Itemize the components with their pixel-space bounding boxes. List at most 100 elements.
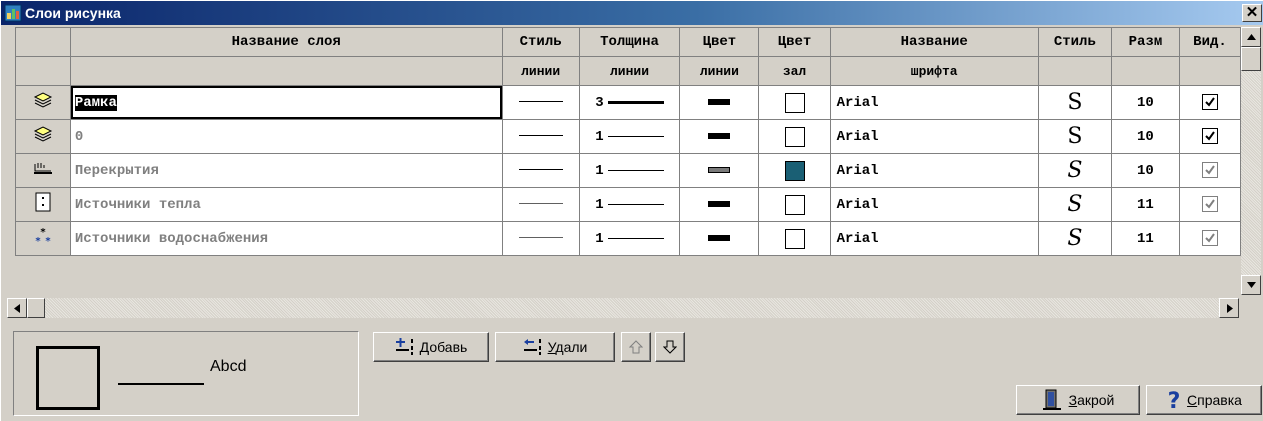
fill-color-cell[interactable] bbox=[758, 221, 831, 256]
visible-cell[interactable] bbox=[1178, 85, 1242, 120]
font-size[interactable]: 10 bbox=[1110, 85, 1180, 120]
font-style-cell[interactable]: S bbox=[1037, 153, 1112, 188]
line-color-swatch bbox=[708, 234, 731, 241]
layer-row[interactable]: Источники тепла 1 Arial S 11 bbox=[15, 187, 1242, 222]
title-bar[interactable]: Слои рисунка ✕ bbox=[1, 1, 1263, 25]
line-style-cell[interactable] bbox=[501, 119, 580, 154]
thickness-cell[interactable]: 1 bbox=[578, 187, 681, 222]
fill-color-swatch bbox=[784, 126, 805, 147]
header-line-thickness[interactable]: Толщина bbox=[578, 27, 681, 57]
overlap-layer-icon bbox=[33, 163, 52, 174]
header-fill-color[interactable]: Цвет bbox=[758, 27, 831, 57]
thickness-cell[interactable]: 3 bbox=[578, 85, 681, 120]
horizontal-scrollbar[interactable] bbox=[7, 298, 1239, 318]
layer-name[interactable]: 0 bbox=[69, 119, 503, 154]
header-line-style[interactable]: Стиль bbox=[501, 27, 580, 57]
layers-grid[interactable]: Название слоя Стиль Толщина Цвет Цвет На… bbox=[15, 27, 1242, 295]
font-name[interactable]: Arial bbox=[829, 119, 1039, 154]
layer-row[interactable]: 0 1 Arial S 10 bbox=[15, 119, 1242, 154]
scroll-left-button[interactable] bbox=[7, 298, 27, 318]
header-visible[interactable]: Вид. bbox=[1178, 27, 1242, 57]
row-header[interactable] bbox=[15, 85, 71, 120]
font-name[interactable]: Arial bbox=[829, 153, 1039, 188]
layer-name[interactable]: Рамка bbox=[74, 94, 117, 111]
line-style-cell[interactable] bbox=[501, 221, 580, 256]
help-button[interactable]: ? Справка bbox=[1146, 385, 1262, 415]
line-color-cell[interactable] bbox=[679, 119, 760, 154]
layer-row[interactable]: * * * Источники водоснабжения 1 Arial S … bbox=[15, 221, 1242, 256]
font-name[interactable]: Arial bbox=[829, 85, 1039, 120]
fill-color-cell[interactable] bbox=[758, 85, 831, 120]
header2-fill-color: зал bbox=[758, 56, 831, 86]
visible-checkbox[interactable] bbox=[1201, 230, 1218, 247]
font-style-value: S bbox=[1067, 226, 1083, 251]
fill-color-cell[interactable] bbox=[758, 119, 831, 154]
line-style-cell[interactable] bbox=[501, 187, 580, 222]
visible-cell[interactable] bbox=[1178, 221, 1242, 256]
fill-color-cell[interactable] bbox=[758, 153, 831, 188]
move-down-button[interactable] bbox=[655, 332, 685, 362]
font-size[interactable]: 11 bbox=[1110, 221, 1180, 256]
help-question-icon: ? bbox=[1168, 389, 1181, 411]
font-name[interactable]: Arial bbox=[829, 221, 1039, 256]
vertical-scroll-thumb[interactable] bbox=[1241, 47, 1261, 71]
line-style-cell[interactable] bbox=[501, 153, 580, 188]
thickness-cell[interactable]: 1 bbox=[578, 119, 681, 154]
horizontal-scroll-thumb[interactable] bbox=[27, 298, 45, 318]
visible-checkbox[interactable] bbox=[1201, 196, 1218, 213]
thickness-cell[interactable]: 1 bbox=[578, 153, 681, 188]
header-font-style[interactable]: Стиль bbox=[1037, 27, 1112, 57]
thickness-value: 3 bbox=[595, 94, 604, 111]
vertical-scrollbar[interactable] bbox=[1241, 27, 1261, 295]
visible-cell[interactable] bbox=[1178, 153, 1242, 188]
line-color-cell[interactable] bbox=[679, 221, 760, 256]
row-header[interactable] bbox=[15, 187, 71, 222]
line-color-cell[interactable] bbox=[679, 85, 760, 120]
line-color-cell[interactable] bbox=[679, 153, 760, 188]
fill-color-cell[interactable] bbox=[758, 187, 831, 222]
visible-checkbox[interactable] bbox=[1201, 94, 1218, 111]
close-window-button[interactable]: ✕ bbox=[1242, 4, 1262, 22]
line-color-cell[interactable] bbox=[679, 187, 760, 222]
close-button[interactable]: Закрой bbox=[1016, 385, 1140, 415]
row-header[interactable]: * * * bbox=[15, 221, 71, 256]
font-name[interactable]: Arial bbox=[829, 187, 1039, 222]
layer-name[interactable]: Источники водоснабжения bbox=[69, 221, 503, 256]
layer-row[interactable]: Рамка 3 Arial S 10 bbox=[15, 85, 1242, 120]
thickness-cell[interactable]: 1 bbox=[578, 221, 681, 256]
visible-checkbox[interactable] bbox=[1201, 128, 1218, 145]
row-header[interactable] bbox=[15, 153, 71, 188]
move-up-button[interactable] bbox=[621, 332, 651, 362]
row-header[interactable] bbox=[15, 119, 71, 154]
thickness-value: 1 bbox=[595, 196, 604, 213]
header-font-size[interactable]: Разм bbox=[1110, 27, 1180, 57]
thickness-sample bbox=[607, 238, 664, 239]
add-layer-button[interactable]: Добавь bbox=[373, 332, 489, 362]
arrow-down-icon bbox=[1247, 282, 1256, 288]
visible-cell[interactable] bbox=[1178, 119, 1242, 154]
scroll-up-button[interactable] bbox=[1241, 27, 1261, 47]
font-size[interactable]: 10 bbox=[1110, 119, 1180, 154]
header-font-name[interactable]: Название bbox=[829, 27, 1039, 57]
scroll-down-button[interactable] bbox=[1241, 275, 1261, 295]
font-size[interactable]: 10 bbox=[1110, 153, 1180, 188]
font-size[interactable]: 11 bbox=[1110, 187, 1180, 222]
header2-layer-name bbox=[69, 56, 503, 86]
scroll-right-button[interactable] bbox=[1219, 298, 1239, 318]
font-style-cell[interactable]: S bbox=[1037, 221, 1112, 256]
layer-name-cell[interactable]: Рамка bbox=[69, 85, 503, 120]
door-exit-icon bbox=[1042, 389, 1061, 410]
layer-row[interactable]: Перекрытия 1 Arial S 10 bbox=[15, 153, 1242, 188]
visible-cell[interactable] bbox=[1178, 187, 1242, 222]
header-line-color[interactable]: Цвет bbox=[679, 27, 760, 57]
font-style-cell[interactable]: S bbox=[1037, 85, 1112, 120]
delete-layer-button[interactable]: Удали bbox=[495, 332, 615, 362]
font-style-cell[interactable]: S bbox=[1037, 187, 1112, 222]
thickness-sample bbox=[607, 170, 664, 171]
visible-checkbox[interactable] bbox=[1201, 162, 1218, 179]
header-layer-name[interactable]: Название слоя bbox=[69, 27, 503, 57]
layer-name[interactable]: Перекрытия bbox=[69, 153, 503, 188]
line-style-cell[interactable] bbox=[501, 85, 580, 120]
font-style-cell[interactable]: S bbox=[1037, 119, 1112, 154]
layer-name[interactable]: Источники тепла bbox=[69, 187, 503, 222]
